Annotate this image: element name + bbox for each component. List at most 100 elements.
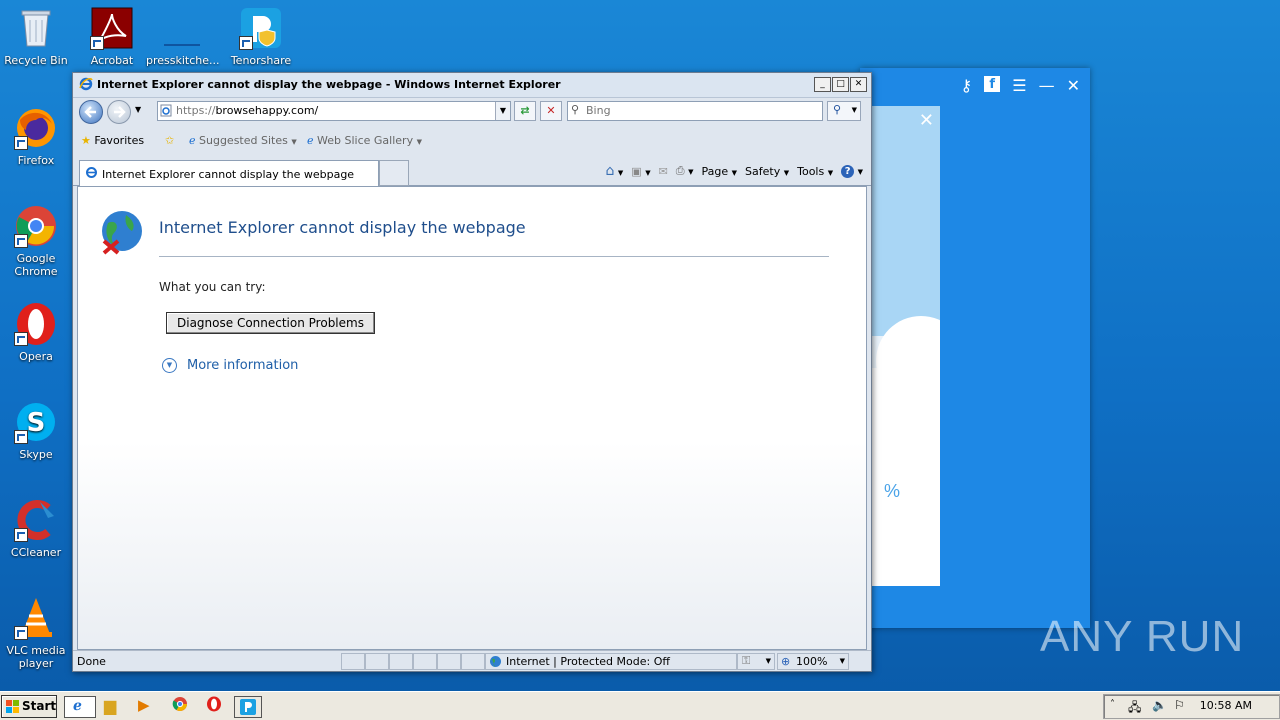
shortcut-arrow-icon [14,626,28,640]
home-button[interactable]: ⌂ ▼ [606,163,624,179]
address-host: browsehappy.com/ [215,104,319,117]
mail-button[interactable]: ✉ [659,165,668,178]
refresh-button[interactable]: ⇄ [514,101,536,121]
page-title: Internet Explorer cannot display the web… [159,218,526,237]
search-button[interactable]: ⚲ ▼ [827,101,861,121]
facebook-icon[interactable]: f [984,76,1001,92]
favorites-button[interactable]: ★ Favorites [81,134,144,147]
desktop-icon-ccleaner[interactable]: CCleaner [0,498,72,559]
ie-window[interactable]: Internet Explorer cannot display the web… [72,72,872,672]
show-hidden-icons-button[interactable]: ˄ [1110,699,1115,710]
desktop-icon-chrome[interactable]: Google Chrome [0,204,72,278]
chevron-down-icon: ▼ [765,657,771,665]
key-icon[interactable]: ⚷ [961,76,973,95]
taskbar-ie-button[interactable]: ℯ [64,696,96,718]
home-icon: ⌂ [605,163,615,179]
ie-page-icon [85,166,98,182]
percent-fragment: % [884,481,901,501]
shortcut-arrow-icon [90,36,104,50]
media-player-icon: ▶ [138,696,150,714]
close-icon[interactable]: ✕ [1067,76,1080,95]
title-divider [159,256,829,257]
more-information-link[interactable]: ▼ More information [162,358,298,373]
desktop-icon-presskitchen[interactable]: presskitche... [146,6,220,67]
address-bar[interactable]: https://browsehappy.com/ ▼ [157,101,511,121]
protected-mode-button[interactable]: ⚿ ▼ [737,653,775,670]
zone-segment[interactable]: Internet | Protected Mode: Off [485,653,737,670]
zoom-button[interactable]: ⊕ 100% ▼ [777,653,849,670]
mail-icon: ✉ [658,164,668,178]
desktop-icon-acrobat[interactable]: Acrobat [76,6,148,67]
zone-text: Internet | Protected Mode: Off [506,655,670,668]
ie-page-icon: ℯ [189,134,196,147]
search-box[interactable]: ⚲ [567,101,823,121]
network-icon[interactable]: 🖧 [1128,698,1141,719]
taskbar-explorer-button[interactable]: ▆ [104,696,124,716]
page-menu[interactable]: Page ▼ [702,165,738,178]
status-text: Done [77,655,106,668]
taskbar: Start ℯ ▆ ▶ ˄ 🖧 🔈 ⚐ 10:58 AM [0,691,1280,720]
taskbar-tenorshare-button[interactable] [234,696,262,718]
forward-button[interactable] [107,100,131,124]
volume-icon[interactable]: 🔈 [1152,698,1167,712]
minimize-button[interactable]: _ [814,77,831,92]
ie-page-icon: ℯ [307,134,314,147]
file-icon [160,6,204,50]
refresh-icon: ⇄ [520,104,530,117]
tab-bar: Internet Explorer cannot display the web… [73,157,871,186]
shortcut-arrow-icon [14,430,28,444]
ie-icon [79,77,93,94]
tenorshare-icon [239,6,283,50]
desktop-icon-vlc[interactable]: VLC media player [0,596,72,670]
opera-icon [14,302,58,346]
search-input[interactable] [586,103,806,117]
new-tab-button[interactable] [379,160,409,186]
shortcut-arrow-icon [239,36,253,50]
taskbar-media-player-button[interactable]: ▶ [138,696,158,716]
print-button[interactable]: ⎙ ▼ [676,164,694,178]
desktop-icon-tenorshare[interactable]: Tenorshare [225,6,297,67]
chevron-down-icon: ▼ [839,657,845,665]
favorites-bar: ★ Favorites ✩ ℯ Suggested Sites ▼ ℯ Web … [73,128,871,154]
close-button[interactable]: ✕ [850,77,867,92]
recent-pages-dropdown[interactable]: ▼ [135,105,141,114]
status-bar: Done Internet | Protected Mode: Off ⚿ ▼ … [73,650,871,671]
firefox-icon [14,106,58,150]
background-app-card: ✕ % [872,106,940,586]
desktop-icon-firefox[interactable]: Firefox [0,106,72,167]
action-center-flag-icon[interactable]: ⚐ [1174,698,1185,712]
tab-current[interactable]: Internet Explorer cannot display the web… [79,160,379,186]
start-button[interactable]: Start [1,695,57,718]
clock[interactable]: 10:58 AM [1200,699,1252,712]
desktop-icon-opera[interactable]: Opera [0,302,72,363]
system-tray: ˄ 🖧 🔈 ⚐ [1103,694,1280,719]
card-close-icon[interactable]: ✕ [919,110,934,131]
chrome-icon [14,204,58,248]
help-button[interactable]: ? ▼ [841,164,863,178]
background-app-window[interactable]: ⚷ f ☰ — ✕ ✕ % [860,68,1090,628]
web-slice-gallery-link[interactable]: ℯ Web Slice Gallery ▼ [307,134,422,147]
maximize-button[interactable]: □ [832,77,849,92]
desktop-icon-recycle-bin[interactable]: Recycle Bin [0,6,72,67]
minimize-icon[interactable]: — [1039,76,1055,95]
maximize-icon: □ [836,79,845,89]
menu-icon[interactable]: ☰ [1012,76,1026,95]
diagnose-connection-button[interactable]: Diagnose Connection Problems [166,312,375,334]
address-dropdown[interactable]: ▼ [495,102,510,120]
stop-button[interactable]: ✕ [540,101,562,121]
ie-titlebar[interactable]: Internet Explorer cannot display the web… [73,73,871,98]
feeds-button[interactable]: ▣ ▼ [631,165,650,178]
suggested-sites-link[interactable]: ℯ Suggested Sites ▼ [189,134,297,147]
command-bar: ⌂ ▼ ▣ ▼ ✉ ⎙ ▼ Page ▼ Safety ▼ Tools ▼ ? … [606,163,864,179]
close-icon: ✕ [854,79,863,89]
chevron-down-icon: ▼ [499,106,507,115]
forward-arrow-icon [114,106,126,118]
add-to-favorites-bar-button[interactable]: ✩ [165,134,174,147]
tools-menu[interactable]: Tools ▼ [797,165,833,178]
taskbar-opera-button[interactable] [206,696,226,716]
desktop-icon-skype[interactable]: S Skype [0,400,72,461]
back-button[interactable] [79,100,103,124]
taskbar-chrome-button[interactable] [172,696,192,716]
magnifier-icon: ⚲ [833,103,842,116]
safety-menu[interactable]: Safety ▼ [745,165,789,178]
